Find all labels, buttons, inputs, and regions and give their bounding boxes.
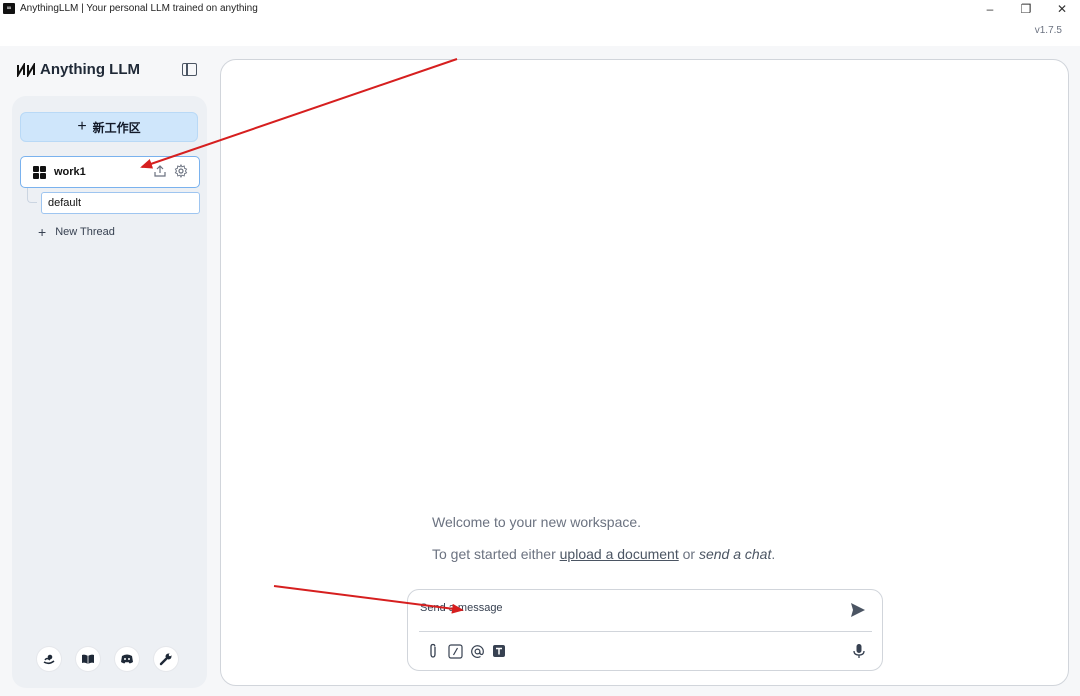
- at-mention-icon: [470, 644, 484, 658]
- message-input[interactable]: [420, 600, 830, 616]
- docs-button[interactable]: [76, 647, 100, 671]
- attach-icon: [430, 643, 436, 658]
- plus-icon: +: [38, 224, 47, 240]
- sidebar-toggle-icon[interactable]: [182, 63, 197, 76]
- slash-command-icon: [447, 643, 463, 659]
- restore-button[interactable]: ❐: [1008, 0, 1044, 17]
- welcome-text: Welcome to your new workspace.: [432, 514, 642, 530]
- window-titlebar: ∞ AnythingLLM | Your personal LLM traine…: [0, 0, 1080, 17]
- plus-icon: +: [77, 118, 87, 135]
- chat-panel: Welcome to your new workspace. To get st…: [220, 59, 1069, 686]
- new-thread-label: New Thread: [55, 226, 115, 238]
- window-controls: – ❐ ✕: [972, 0, 1080, 17]
- get-started-or: or: [678, 546, 699, 562]
- workspace-item-work1[interactable]: work1: [20, 156, 200, 188]
- composer-divider: [419, 631, 872, 632]
- at-mention-button[interactable]: [469, 643, 485, 659]
- microphone-icon[interactable]: [852, 643, 866, 659]
- community-hub-button[interactable]: [37, 647, 61, 671]
- attach-button[interactable]: [425, 643, 441, 659]
- anythingllm-logo-icon: [17, 62, 35, 77]
- send-icon[interactable]: [850, 602, 866, 618]
- text-size-button[interactable]: [491, 643, 507, 659]
- new-workspace-button[interactable]: + 新工作区: [20, 112, 198, 142]
- thread-connector: [27, 188, 37, 203]
- sidebar-footer: [37, 647, 193, 671]
- docs-book-icon: [82, 654, 94, 664]
- thread-item-default[interactable]: default: [41, 192, 200, 214]
- upload-document-link[interactable]: upload a document: [560, 546, 679, 562]
- gear-icon[interactable]: [174, 164, 188, 178]
- discord-button[interactable]: [115, 647, 139, 671]
- settings-wrench-icon: [159, 653, 172, 666]
- get-started-text: To get started either upload a document …: [432, 546, 775, 562]
- workspace-name: work1: [54, 166, 86, 178]
- upload-icon[interactable]: [153, 164, 167, 178]
- new-workspace-label: 新工作区: [92, 120, 141, 135]
- window-title: AnythingLLM | Your personal LLM trained …: [20, 3, 258, 14]
- community-hub-icon: [43, 654, 55, 665]
- get-started-prefix: To get started either: [432, 546, 560, 562]
- version-label: v1.7.5: [1034, 25, 1062, 36]
- app-icon: ∞: [3, 3, 15, 14]
- workspace-grid-icon: [33, 165, 46, 179]
- sidebar: + 新工作区 work1 default + New Thread: [12, 96, 207, 688]
- send-chat-link[interactable]: send a chat: [699, 546, 771, 562]
- slash-command-button[interactable]: [447, 643, 463, 659]
- settings-button[interactable]: [154, 647, 178, 671]
- text-size-icon: [493, 645, 505, 657]
- composer-tools: [425, 643, 513, 659]
- new-thread-button[interactable]: + New Thread: [38, 224, 115, 240]
- version-bar: v1.7.5: [0, 17, 1080, 46]
- discord-icon: [121, 654, 133, 664]
- brand-name: Anything LLM: [40, 61, 140, 78]
- message-composer: [407, 589, 883, 671]
- get-started-suffix: .: [771, 546, 776, 562]
- brand: Anything LLM: [16, 61, 140, 78]
- minimize-button[interactable]: –: [972, 0, 1008, 17]
- close-button[interactable]: ✕: [1044, 0, 1080, 17]
